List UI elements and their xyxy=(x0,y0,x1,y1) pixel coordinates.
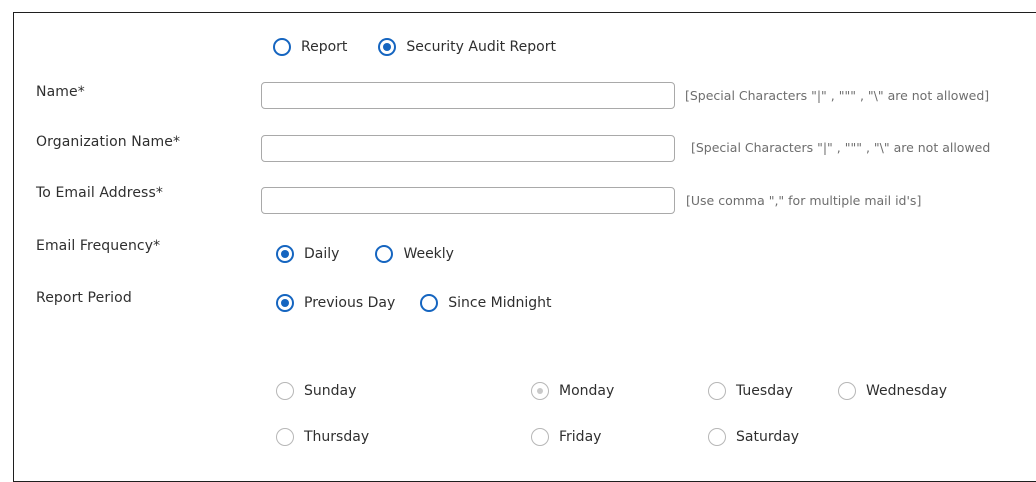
radio-daily-label: Daily xyxy=(304,246,340,262)
report-period-label: Report Period xyxy=(36,290,132,306)
email-frequency-group: Daily Weekly xyxy=(276,243,454,265)
name-label: Name* xyxy=(36,84,85,100)
report-period-group: Previous Day Since Midnight xyxy=(276,292,552,314)
radio-since-midnight[interactable]: Since Midnight xyxy=(420,294,552,312)
radio-security-audit-report-label: Security Audit Report xyxy=(406,39,556,55)
radio-weekly-label: Weekly xyxy=(403,246,454,262)
radio-tuesday-indicator[interactable] xyxy=(708,382,726,400)
email-hint: [Use comma "," for multiple mail id's] xyxy=(686,193,922,208)
report-type-group: Report Security Audit Report xyxy=(273,36,556,58)
radio-security-audit-report-indicator[interactable] xyxy=(378,38,397,56)
email-field[interactable] xyxy=(261,187,675,214)
radio-previous-day-indicator[interactable] xyxy=(276,294,294,312)
radio-report[interactable]: Report xyxy=(273,38,347,56)
radio-friday-indicator[interactable] xyxy=(531,428,549,446)
radio-saturday[interactable]: Saturday xyxy=(708,428,799,446)
radio-since-midnight-indicator[interactable] xyxy=(420,294,439,312)
radio-report-indicator[interactable] xyxy=(273,38,291,56)
radio-weekly-indicator[interactable] xyxy=(375,245,394,263)
organization-name-label: Organization Name* xyxy=(36,134,181,150)
organization-name-field[interactable] xyxy=(261,135,675,162)
radio-thursday-label: Thursday xyxy=(304,429,370,445)
radio-sunday[interactable]: Sunday xyxy=(276,382,356,400)
radio-previous-day[interactable]: Previous Day xyxy=(276,294,395,312)
radio-daily[interactable]: Daily xyxy=(276,245,339,263)
radio-friday-label: Friday xyxy=(559,429,602,445)
radio-weekly[interactable]: Weekly xyxy=(375,245,454,263)
organization-name-hint: [Special Characters "|" , """ , "\" are … xyxy=(691,140,991,155)
radio-daily-indicator[interactable] xyxy=(276,245,294,263)
radio-report-label: Report xyxy=(301,39,348,55)
radio-saturday-indicator[interactable] xyxy=(708,428,726,446)
name-field[interactable] xyxy=(261,82,675,109)
radio-sunday-indicator[interactable] xyxy=(276,382,294,400)
radio-saturday-label: Saturday xyxy=(736,429,800,445)
email-label: To Email Address* xyxy=(36,185,163,201)
radio-tuesday[interactable]: Tuesday xyxy=(708,382,793,400)
radio-thursday-indicator[interactable] xyxy=(276,428,294,446)
radio-thursday[interactable]: Thursday xyxy=(276,428,369,446)
radio-wednesday-indicator[interactable] xyxy=(838,382,856,400)
radio-monday-label: Monday xyxy=(559,383,615,399)
radio-wednesday-label: Wednesday xyxy=(866,383,948,399)
radio-sunday-label: Sunday xyxy=(304,383,357,399)
radio-monday[interactable]: Monday xyxy=(531,382,614,400)
radio-friday[interactable]: Friday xyxy=(531,428,601,446)
radio-monday-indicator[interactable] xyxy=(531,382,549,400)
email-frequency-label: Email Frequency* xyxy=(36,238,161,254)
radio-security-audit-report[interactable]: Security Audit Report xyxy=(378,38,556,56)
radio-previous-day-label: Previous Day xyxy=(304,295,396,311)
name-hint: [Special Characters "|" , """ , "\" are … xyxy=(685,88,990,103)
radio-since-midnight-label: Since Midnight xyxy=(448,295,552,311)
radio-tuesday-label: Tuesday xyxy=(736,383,793,399)
radio-wednesday[interactable]: Wednesday xyxy=(838,382,947,400)
